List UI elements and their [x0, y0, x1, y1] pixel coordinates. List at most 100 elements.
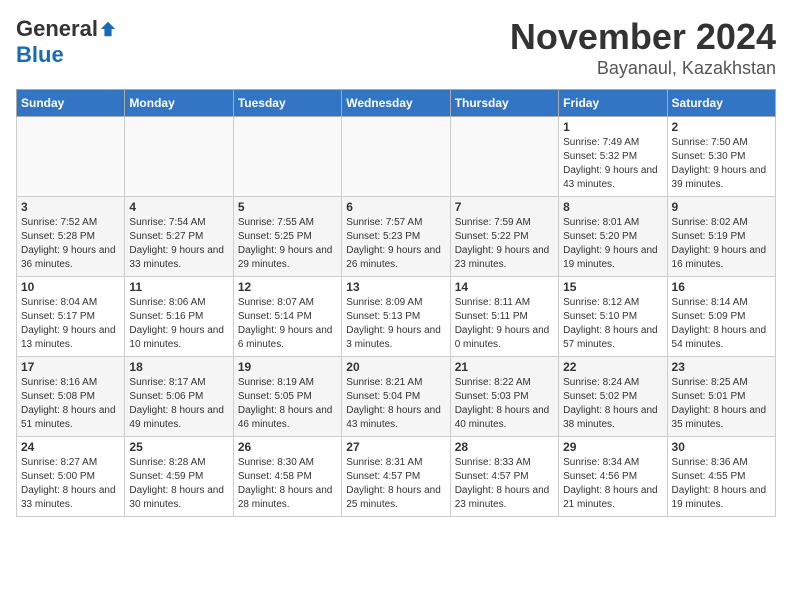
- day-info: Sunrise: 8:31 AM Sunset: 4:57 PM Dayligh…: [346, 456, 445, 512]
- day-number: 8: [563, 200, 662, 214]
- header-row: SundayMondayTuesdayWednesdayThursdayFrid…: [17, 90, 776, 117]
- calendar-cell: [233, 117, 341, 197]
- header-monday: Monday: [125, 90, 233, 117]
- day-number: 6: [346, 200, 445, 214]
- calendar-cell: [125, 117, 233, 197]
- day-number: 20: [346, 360, 445, 374]
- calendar-cell: [450, 117, 558, 197]
- day-info: Sunrise: 8:19 AM Sunset: 5:05 PM Dayligh…: [238, 376, 337, 432]
- day-number: 28: [455, 440, 554, 454]
- header-friday: Friday: [559, 90, 667, 117]
- calendar-body: 1 Sunrise: 7:49 AM Sunset: 5:32 PM Daylig…: [17, 117, 776, 517]
- calendar-cell: 17 Sunrise: 8:16 AM Sunset: 5:08 PM Dayli…: [17, 357, 125, 437]
- day-number: 29: [563, 440, 662, 454]
- day-info: Sunrise: 7:55 AM Sunset: 5:25 PM Dayligh…: [238, 216, 337, 272]
- header-saturday: Saturday: [667, 90, 775, 117]
- calendar-cell: 22 Sunrise: 8:24 AM Sunset: 5:02 PM Dayli…: [559, 357, 667, 437]
- header-tuesday: Tuesday: [233, 90, 341, 117]
- day-info: Sunrise: 8:27 AM Sunset: 5:00 PM Dayligh…: [21, 456, 120, 512]
- day-info: Sunrise: 8:22 AM Sunset: 5:03 PM Dayligh…: [455, 376, 554, 432]
- day-number: 9: [672, 200, 771, 214]
- day-number: 1: [563, 120, 662, 134]
- calendar-cell: [17, 117, 125, 197]
- day-number: 21: [455, 360, 554, 374]
- day-number: 27: [346, 440, 445, 454]
- calendar-cell: 29 Sunrise: 8:34 AM Sunset: 4:56 PM Dayli…: [559, 437, 667, 517]
- day-info: Sunrise: 8:36 AM Sunset: 4:55 PM Dayligh…: [672, 456, 771, 512]
- day-number: 24: [21, 440, 120, 454]
- day-info: Sunrise: 8:25 AM Sunset: 5:01 PM Dayligh…: [672, 376, 771, 432]
- week-row-0: 1 Sunrise: 7:49 AM Sunset: 5:32 PM Daylig…: [17, 117, 776, 197]
- day-number: 2: [672, 120, 771, 134]
- calendar-cell: 18Sunrise: 8:17 AM Sunset: 5:06 PM Dayli…: [125, 357, 233, 437]
- title-section: November 2024 Bayanaul, Kazakhstan: [510, 16, 776, 79]
- day-info: Sunrise: 8:16 AM Sunset: 5:08 PM Dayligh…: [21, 376, 120, 432]
- calendar-cell: 9 Sunrise: 8:02 AM Sunset: 5:19 PM Daylig…: [667, 197, 775, 277]
- day-info: Sunrise: 7:59 AM Sunset: 5:22 PM Dayligh…: [455, 216, 554, 272]
- day-number: 17: [21, 360, 120, 374]
- day-info: Sunrise: 8:01 AM Sunset: 5:20 PM Dayligh…: [563, 216, 662, 272]
- day-number: 18: [129, 360, 228, 374]
- logo-icon: [99, 20, 117, 38]
- week-row-4: 24 Sunrise: 8:27 AM Sunset: 5:00 PM Dayli…: [17, 437, 776, 517]
- day-info: Sunrise: 7:57 AM Sunset: 5:23 PM Dayligh…: [346, 216, 445, 272]
- day-info: Sunrise: 8:21 AM Sunset: 5:04 PM Dayligh…: [346, 376, 445, 432]
- day-number: 26: [238, 440, 337, 454]
- day-info: Sunrise: 7:52 AM Sunset: 5:28 PM Dayligh…: [21, 216, 120, 272]
- calendar-cell: 3 Sunrise: 7:52 AM Sunset: 5:28 PM Daylig…: [17, 197, 125, 277]
- day-number: 3: [21, 200, 120, 214]
- day-number: 11: [129, 280, 228, 294]
- day-info: Sunrise: 8:28 AM Sunset: 4:59 PM Dayligh…: [129, 456, 228, 512]
- day-info: Sunrise: 8:06 AM Sunset: 5:16 PM Dayligh…: [129, 296, 228, 352]
- day-number: 7: [455, 200, 554, 214]
- calendar-cell: [342, 117, 450, 197]
- day-number: 14: [455, 280, 554, 294]
- header-sunday: Sunday: [17, 90, 125, 117]
- logo: General Blue: [16, 16, 117, 68]
- day-info: Sunrise: 8:02 AM Sunset: 5:19 PM Dayligh…: [672, 216, 771, 272]
- calendar-cell: 15 Sunrise: 8:12 AM Sunset: 5:10 PM Dayli…: [559, 277, 667, 357]
- day-info: Sunrise: 7:50 AM Sunset: 5:30 PM Dayligh…: [672, 136, 771, 192]
- day-number: 16: [672, 280, 771, 294]
- week-row-3: 17 Sunrise: 8:16 AM Sunset: 5:08 PM Dayli…: [17, 357, 776, 437]
- calendar-cell: 11 Sunrise: 8:06 AM Sunset: 5:16 PM Dayli…: [125, 277, 233, 357]
- calendar-cell: 12Sunrise: 8:07 AM Sunset: 5:14 PM Dayli…: [233, 277, 341, 357]
- day-info: Sunrise: 8:30 AM Sunset: 4:58 PM Dayligh…: [238, 456, 337, 512]
- logo-blue: Blue: [16, 42, 64, 67]
- day-info: Sunrise: 8:07 AM Sunset: 5:14 PM Dayligh…: [238, 296, 337, 352]
- day-info: Sunrise: 8:12 AM Sunset: 5:10 PM Dayligh…: [563, 296, 662, 352]
- calendar-cell: 6 Sunrise: 7:57 AM Sunset: 5:23 PM Daylig…: [342, 197, 450, 277]
- calendar-cell: 25 Sunrise: 8:28 AM Sunset: 4:59 PM Dayli…: [125, 437, 233, 517]
- day-info: Sunrise: 8:14 AM Sunset: 5:09 PM Dayligh…: [672, 296, 771, 352]
- calendar-cell: 7 Sunrise: 7:59 AM Sunset: 5:22 PM Daylig…: [450, 197, 558, 277]
- calendar-cell: 21 Sunrise: 8:22 AM Sunset: 5:03 PM Dayli…: [450, 357, 558, 437]
- day-number: 22: [563, 360, 662, 374]
- header-wednesday: Wednesday: [342, 90, 450, 117]
- day-info: Sunrise: 8:34 AM Sunset: 4:56 PM Dayligh…: [563, 456, 662, 512]
- day-info: Sunrise: 7:49 AM Sunset: 5:32 PM Dayligh…: [563, 136, 662, 192]
- calendar-cell: 5 Sunrise: 7:55 AM Sunset: 5:25 PM Daylig…: [233, 197, 341, 277]
- day-number: 30: [672, 440, 771, 454]
- calendar-cell: 26 Sunrise: 8:30 AM Sunset: 4:58 PM Dayli…: [233, 437, 341, 517]
- calendar-header: SundayMondayTuesdayWednesdayThursdayFrid…: [17, 90, 776, 117]
- day-number: 10: [21, 280, 120, 294]
- day-number: 25: [129, 440, 228, 454]
- page-header: General Blue November 2024 Bayanaul, Kaz…: [16, 16, 776, 79]
- calendar-cell: 30 Sunrise: 8:36 AM Sunset: 4:55 PM Dayli…: [667, 437, 775, 517]
- day-info: Sunrise: 8:24 AM Sunset: 5:02 PM Dayligh…: [563, 376, 662, 432]
- day-number: 15: [563, 280, 662, 294]
- day-number: 5: [238, 200, 337, 214]
- calendar-cell: 2 Sunrise: 7:50 AM Sunset: 5:30 PM Daylig…: [667, 117, 775, 197]
- day-info: Sunrise: 8:09 AM Sunset: 5:13 PM Dayligh…: [346, 296, 445, 352]
- logo-text: General: [16, 16, 117, 42]
- day-number: 4: [129, 200, 228, 214]
- calendar-cell: 10Sunrise: 8:04 AM Sunset: 5:17 PM Dayli…: [17, 277, 125, 357]
- calendar-cell: 14Sunrise: 8:11 AM Sunset: 5:11 PM Dayli…: [450, 277, 558, 357]
- calendar-cell: 16 Sunrise: 8:14 AM Sunset: 5:09 PM Dayli…: [667, 277, 775, 357]
- day-number: 13: [346, 280, 445, 294]
- calendar-cell: 28Sunrise: 8:33 AM Sunset: 4:57 PM Dayli…: [450, 437, 558, 517]
- week-row-2: 10Sunrise: 8:04 AM Sunset: 5:17 PM Dayli…: [17, 277, 776, 357]
- calendar: SundayMondayTuesdayWednesdayThursdayFrid…: [16, 89, 776, 517]
- month-title: November 2024: [510, 16, 776, 58]
- calendar-cell: 20 Sunrise: 8:21 AM Sunset: 5:04 PM Dayli…: [342, 357, 450, 437]
